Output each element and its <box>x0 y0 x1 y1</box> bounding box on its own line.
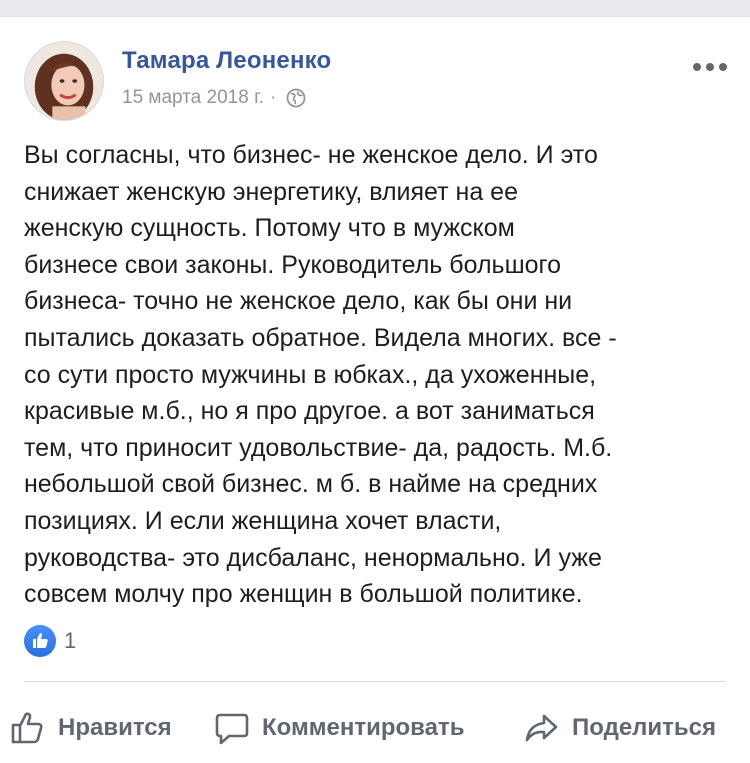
author-avatar[interactable] <box>24 41 104 121</box>
post-card: Тамара Леоненко 15 марта 2018 г. · Вы со… <box>0 17 750 763</box>
more-horizontal-icon[interactable] <box>692 61 728 73</box>
post-meta: 15 марта 2018 г. · <box>122 87 306 109</box>
actions-divider <box>24 681 726 682</box>
comment-bubble-icon <box>215 713 249 745</box>
globe-icon[interactable] <box>286 88 306 108</box>
post-date[interactable]: 15 марта 2018 г. <box>122 87 264 109</box>
author-name[interactable]: Тамара Леоненко <box>122 47 331 75</box>
share-label: Поделиться <box>572 714 717 741</box>
thumbs-up-icon <box>11 712 43 744</box>
like-label: Нравится <box>58 714 172 741</box>
post-body-text: Вы согласны, что бизнес- не женское дело… <box>24 141 617 609</box>
like-button[interactable]: Нравится <box>10 703 172 753</box>
comment-label: Комментировать <box>262 714 465 741</box>
comment-button[interactable]: Комментировать <box>214 703 464 753</box>
share-arrow-icon <box>525 714 558 742</box>
post-actions-bar: Нравится Комментировать Поделиться <box>0 703 750 753</box>
share-button[interactable]: Поделиться <box>524 703 716 753</box>
like-reaction-icon <box>24 625 56 657</box>
reaction-count: 1 <box>64 628 77 653</box>
reactions-summary[interactable]: 1 <box>24 625 76 657</box>
top-background-strip <box>0 0 750 17</box>
meta-separator: · <box>269 87 277 108</box>
avatar-photo <box>25 42 103 120</box>
